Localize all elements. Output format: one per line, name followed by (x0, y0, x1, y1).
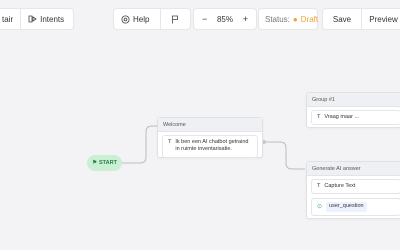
welcome-text: Ik ben een AI chatbot getraind in ruimte… (175, 139, 249, 153)
zoom-in-button[interactable]: + (235, 9, 256, 29)
variable-icon: ⊙ (317, 204, 323, 211)
group1-text-block[interactable]: T Vraag maar ... (311, 110, 400, 126)
generate-node-title: Generate AI answer (307, 162, 400, 176)
text-icon: T (168, 139, 172, 145)
left-partial-label: tair (2, 14, 14, 24)
welcome-node[interactable]: Welcome T Ik ben een AI chatbot getraind… (157, 117, 263, 158)
toolbar-help-group: Help (113, 8, 191, 30)
zoom-control: − 85% + (193, 8, 257, 30)
intents-icon (28, 15, 37, 23)
status-label: Status: (265, 14, 290, 24)
intents-label: Intents (40, 14, 65, 24)
zoom-out-icon: − (202, 14, 208, 24)
save-label: Save (332, 14, 352, 24)
status-indicator: Status: ● Draft (258, 8, 318, 30)
zoom-level: 85% (216, 14, 233, 24)
text-icon: T (317, 183, 321, 189)
intents-button[interactable]: Intents (21, 9, 71, 29)
welcome-text-block[interactable]: T Ik ben een AI chatbot getraind in ruim… (162, 135, 258, 158)
capture-text-label: Capture Text (324, 183, 356, 189)
toolbar-actions-group: Save Preview (322, 8, 400, 30)
preview-label: Preview (369, 14, 398, 24)
welcome-node-title: Welcome (158, 118, 262, 132)
help-button[interactable]: Help (114, 9, 160, 29)
capture-text-block[interactable]: T Capture Text (311, 179, 400, 195)
help-icon (121, 15, 130, 24)
zoom-out-button[interactable]: − (194, 9, 215, 29)
left-partial-button[interactable]: tair (0, 9, 20, 29)
edge-welcome-generate (264, 141, 305, 170)
preview-button[interactable]: Preview (362, 9, 400, 29)
group1-node-title: Group #1 (307, 93, 400, 107)
variable-block[interactable]: ⊙ user_question (311, 198, 400, 216)
edge-start-welcome (122, 125, 157, 164)
save-button[interactable]: Save (323, 9, 361, 29)
flag-icon (171, 15, 179, 24)
variable-chip: user_question (326, 202, 367, 212)
flag-button[interactable] (161, 9, 190, 29)
group1-text: Vraag maar ... (324, 114, 360, 120)
flag-icon: ⚑ (92, 160, 97, 166)
start-label: START (99, 160, 117, 166)
text-icon: T (317, 114, 321, 120)
group1-node[interactable]: Group #1 T Vraag maar ... (306, 92, 400, 128)
start-node[interactable]: ⚑ START (87, 155, 122, 171)
status-value: Draft (300, 14, 319, 24)
generate-ai-node[interactable]: Generate AI answer T Capture Text ⊙ user… (306, 161, 400, 219)
help-label: Help (133, 14, 150, 24)
toolbar-left-group: tair Intents (0, 8, 74, 30)
status-dot-icon: ● (292, 14, 298, 24)
zoom-in-icon: + (242, 14, 248, 24)
